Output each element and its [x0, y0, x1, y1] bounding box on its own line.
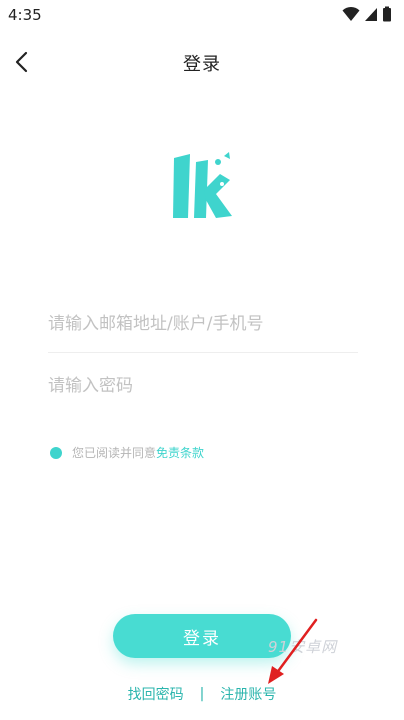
account-input[interactable] — [48, 304, 358, 344]
status-icons — [342, 6, 392, 22]
forgot-password-link[interactable]: 找回密码 — [128, 684, 184, 704]
status-time: 4:35 — [8, 6, 42, 24]
header: 登录 — [0, 42, 404, 82]
page-title: 登录 — [183, 54, 221, 75]
battery-icon — [383, 6, 391, 22]
status-bar: 4:35 — [0, 0, 404, 30]
lk-logo — [173, 152, 232, 218]
agreement-text: 您已阅读并同意 — [72, 446, 157, 460]
password-input[interactable] — [48, 366, 358, 406]
agreement-row: 您已阅读并同意 免责条款 — [50, 444, 204, 461]
account-divider — [48, 352, 358, 353]
bottom-links: 找回密码 | 注册账号 — [0, 684, 404, 704]
signal-icon — [365, 8, 377, 21]
annotation-arrow — [268, 618, 318, 684]
terms-link[interactable]: 免责条款 — [156, 444, 204, 461]
agree-checkbox[interactable] — [50, 446, 62, 459]
link-separator: | — [199, 686, 205, 702]
wifi-icon — [342, 6, 360, 21]
